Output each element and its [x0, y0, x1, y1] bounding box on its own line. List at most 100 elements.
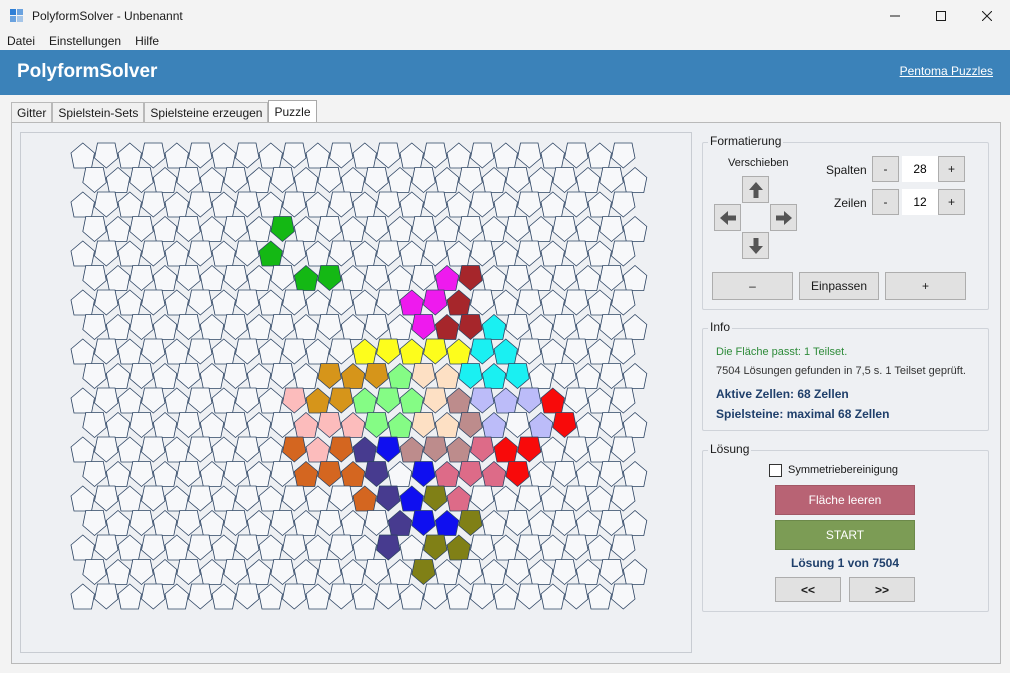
cell[interactable]: [82, 265, 107, 292]
cell[interactable]: [94, 436, 119, 463]
cell[interactable]: [129, 461, 154, 488]
cell[interactable]: [552, 265, 577, 292]
cell[interactable]: [188, 485, 213, 512]
cell[interactable]: [552, 314, 577, 341]
menu-datei[interactable]: Datei: [0, 34, 42, 48]
cell[interactable]: [517, 534, 542, 561]
cell[interactable]: [587, 191, 612, 218]
move-left-button[interactable]: [714, 204, 741, 231]
cell[interactable]: [387, 313, 413, 340]
cell[interactable]: [493, 534, 518, 561]
cell[interactable]: [223, 216, 248, 243]
cell[interactable]: [235, 240, 260, 267]
cell[interactable]: [622, 460, 648, 487]
cell[interactable]: [82, 314, 107, 341]
cell[interactable]: [211, 534, 236, 561]
cell[interactable]: [188, 583, 213, 610]
cell[interactable]: [528, 166, 554, 193]
cell[interactable]: [575, 166, 601, 193]
cell[interactable]: [540, 142, 565, 169]
cell[interactable]: [564, 534, 589, 561]
cell[interactable]: [493, 583, 518, 610]
rows-input[interactable]: 12: [902, 189, 938, 215]
cell[interactable]: [258, 485, 283, 512]
cell[interactable]: [223, 265, 248, 292]
cell-red[interactable]: [505, 461, 530, 488]
cell-mauve[interactable]: [399, 436, 424, 463]
cell[interactable]: [141, 338, 166, 365]
cell[interactable]: [176, 412, 201, 439]
cell[interactable]: [317, 559, 342, 586]
cell[interactable]: [352, 142, 377, 169]
previous-solution-button[interactable]: <<: [775, 577, 841, 602]
cell[interactable]: [622, 313, 648, 340]
cell[interactable]: [164, 485, 189, 512]
cell[interactable]: [211, 191, 236, 218]
cell[interactable]: [70, 485, 95, 512]
cell[interactable]: [246, 313, 272, 340]
cell[interactable]: [411, 265, 436, 292]
cell[interactable]: [458, 216, 483, 243]
cell[interactable]: [470, 240, 495, 267]
cell[interactable]: [305, 240, 330, 267]
cell-olive[interactable]: [458, 510, 483, 537]
cell-orange[interactable]: [329, 436, 354, 463]
cell[interactable]: [376, 191, 401, 218]
cell-cyan[interactable]: [493, 338, 518, 365]
cell[interactable]: [317, 314, 342, 341]
cell-light-green[interactable]: [364, 412, 389, 439]
cell-lavender[interactable]: [528, 411, 554, 438]
cell[interactable]: [176, 559, 201, 586]
columns-minus-button[interactable]: -: [872, 156, 899, 182]
cell[interactable]: [258, 191, 283, 218]
cell[interactable]: [176, 216, 201, 243]
cell[interactable]: [352, 534, 377, 561]
cell[interactable]: [188, 338, 213, 365]
cell[interactable]: [235, 485, 260, 512]
cell[interactable]: [564, 240, 589, 267]
cell[interactable]: [129, 216, 154, 243]
cell[interactable]: [211, 338, 236, 365]
cell-green[interactable]: [270, 216, 295, 243]
cell-lavender[interactable]: [493, 387, 518, 414]
cell-mauve[interactable]: [446, 387, 471, 414]
cell[interactable]: [223, 314, 248, 341]
cell[interactable]: [446, 583, 471, 610]
cell[interactable]: [152, 313, 178, 340]
cell[interactable]: [258, 289, 283, 316]
cell[interactable]: [305, 191, 330, 218]
cell[interactable]: [117, 534, 142, 561]
cell-mauve[interactable]: [423, 436, 448, 463]
cell[interactable]: [211, 583, 236, 610]
cell[interactable]: [505, 265, 530, 292]
cell-pink[interactable]: [305, 436, 330, 463]
cell-orange[interactable]: [352, 485, 377, 512]
close-button[interactable]: [964, 0, 1010, 31]
cell[interactable]: [70, 338, 95, 365]
cell[interactable]: [564, 289, 589, 316]
cell[interactable]: [505, 412, 530, 439]
tab-spielsteine-erzeugen[interactable]: Spielsteine erzeugen: [144, 102, 269, 123]
cell[interactable]: [117, 191, 142, 218]
cell[interactable]: [564, 583, 589, 610]
cell[interactable]: [70, 436, 95, 463]
cell-pink[interactable]: [340, 411, 366, 438]
cell[interactable]: [246, 215, 272, 242]
cell[interactable]: [481, 509, 507, 536]
cell[interactable]: [117, 485, 142, 512]
cell[interactable]: [387, 166, 413, 193]
cell[interactable]: [329, 142, 354, 169]
cell[interactable]: [622, 166, 648, 193]
cell[interactable]: [235, 191, 260, 218]
cell[interactable]: [270, 461, 295, 488]
cell[interactable]: [94, 387, 119, 414]
cell-yellow[interactable]: [376, 338, 401, 365]
cell[interactable]: [235, 289, 260, 316]
cell[interactable]: [258, 583, 283, 610]
cell-peach[interactable]: [411, 412, 436, 439]
cell-orange[interactable]: [293, 460, 319, 487]
cell[interactable]: [199, 460, 225, 487]
cell[interactable]: [164, 240, 189, 267]
cell[interactable]: [481, 215, 507, 242]
cell[interactable]: [376, 289, 401, 316]
